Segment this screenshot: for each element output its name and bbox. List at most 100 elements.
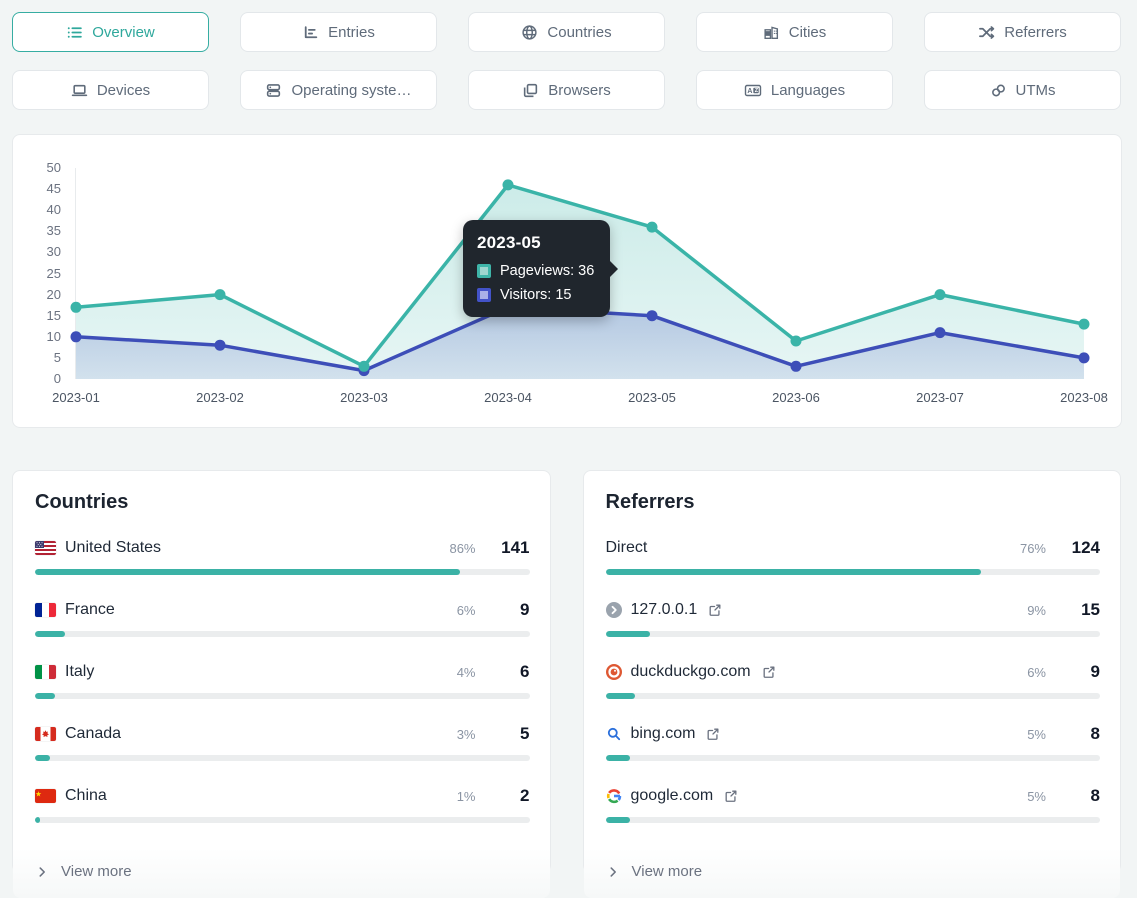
y-tick-label: 40 <box>23 202 61 218</box>
link-icon <box>990 82 1007 99</box>
stats-cards: Countries United States 86% 141 <box>12 470 1121 873</box>
tooltip-visitors-value: Visitors: 15 <box>500 287 571 303</box>
tab-countries-label: Countries <box>547 24 611 41</box>
x-tick-label: 2023-02 <box>175 390 265 405</box>
tab-entries[interactable]: Entries <box>240 12 437 52</box>
referrer-count: 9 <box>1066 662 1100 682</box>
x-tick-label: 2023-04 <box>463 390 553 405</box>
external-link-icon[interactable] <box>762 665 776 679</box>
tab-referrers-label: Referrers <box>1004 24 1067 41</box>
svg-text:A: A <box>747 88 752 95</box>
tab-languages-label: Languages <box>771 82 845 99</box>
referrer-name: 127.0.0.1 <box>631 601 698 619</box>
google-favicon-icon <box>606 788 622 804</box>
referrer-name: google.com <box>631 787 714 805</box>
tab-devices[interactable]: Devices <box>12 70 209 110</box>
list-icon <box>66 24 83 41</box>
progress-bar <box>606 693 1101 699</box>
country-count: 9 <box>496 600 530 620</box>
country-row: United States 86% 141 <box>35 538 530 575</box>
ca-flag-icon <box>35 727 56 741</box>
tab-entries-label: Entries <box>328 24 375 41</box>
countries-card-title: Countries <box>35 491 530 514</box>
fr-flag-icon <box>35 603 56 617</box>
tab-languages[interactable]: A Z Languages <box>696 70 893 110</box>
tab-operating-systems-label: Operating syste… <box>291 82 411 99</box>
y-tick-label: 30 <box>23 244 61 260</box>
duckduckgo-favicon-icon <box>606 664 622 680</box>
x-tick-label: 2023-08 <box>1039 390 1129 405</box>
country-percent: 86% <box>440 541 476 556</box>
referrer-row: google.com 5% 8 <box>606 786 1101 823</box>
bing-favicon-icon <box>606 726 622 742</box>
country-row: France 6% 9 <box>35 600 530 637</box>
tab-operating-systems[interactable]: Operating syste… <box>240 70 437 110</box>
tab-bar: Overview Entries Countrie <box>12 12 1121 110</box>
referrer-count: 8 <box>1066 786 1100 806</box>
referrer-count: 124 <box>1066 538 1100 558</box>
tooltip-pageviews-value: Pageviews: 36 <box>500 263 594 279</box>
bar-chart-icon <box>302 24 319 41</box>
countries-card: Countries United States 86% 141 <box>12 470 551 873</box>
chevron-right-icon <box>606 865 620 879</box>
country-count: 2 <box>496 786 530 806</box>
y-tick-label: 45 <box>23 181 61 197</box>
referrer-percent: 9% <box>1010 603 1046 618</box>
referrer-name: duckduckgo.com <box>631 663 751 681</box>
country-percent: 6% <box>440 603 476 618</box>
country-percent: 4% <box>440 665 476 680</box>
referrer-row: bing.com 5% 8 <box>606 724 1101 761</box>
tab-cities[interactable]: Cities <box>696 12 893 52</box>
y-tick-label: 5 <box>23 350 61 366</box>
tooltip-date: 2023-05 <box>477 233 594 253</box>
view-more-label: View more <box>61 863 132 880</box>
y-tick-label: 15 <box>23 308 61 324</box>
y-tick-label: 50 <box>23 160 61 176</box>
y-tick-label: 0 <box>23 371 61 387</box>
cn-flag-icon <box>35 789 56 803</box>
external-link-icon[interactable] <box>706 727 720 741</box>
tab-cities-label: Cities <box>789 24 827 41</box>
y-tick-label: 35 <box>23 223 61 239</box>
tab-browsers[interactable]: Browsers <box>468 70 665 110</box>
tab-utms-label: UTMs <box>1016 82 1056 99</box>
laptop-icon <box>71 82 88 99</box>
referrer-row: duckduckgo.com 6% 9 <box>606 662 1101 699</box>
progress-bar <box>35 817 530 823</box>
referrers-card: Referrers Direct 76% 124 <box>583 470 1122 873</box>
external-link-icon[interactable] <box>708 603 722 617</box>
progress-bar <box>35 755 530 761</box>
external-link-icon[interactable] <box>724 789 738 803</box>
country-row: China 1% 2 <box>35 786 530 823</box>
country-row: Canada 3% 5 <box>35 724 530 761</box>
progress-bar <box>606 631 1101 637</box>
progress-bar <box>606 817 1101 823</box>
svg-text:Z: Z <box>755 88 759 94</box>
countries-view-more-button[interactable]: View more <box>13 848 550 898</box>
globe-icon <box>521 24 538 41</box>
city-icon <box>763 24 780 41</box>
tab-countries[interactable]: Countries <box>468 12 665 52</box>
tab-overview-label: Overview <box>92 24 155 41</box>
referrers-view-more-button[interactable]: View more <box>584 848 1121 898</box>
country-count: 141 <box>496 538 530 558</box>
tab-utms[interactable]: UTMs <box>924 70 1121 110</box>
referrer-percent: 5% <box>1010 789 1046 804</box>
x-tick-label: 2023-01 <box>31 390 121 405</box>
it-flag-icon <box>35 665 56 679</box>
progress-bar <box>35 569 530 575</box>
y-tick-label: 25 <box>23 266 61 282</box>
tab-referrers[interactable]: Referrers <box>924 12 1121 52</box>
x-tick-label: 2023-07 <box>895 390 985 405</box>
referrer-count: 15 <box>1066 600 1100 620</box>
tooltip-pageviews-row: Pageviews: 36 <box>477 263 594 279</box>
country-count: 5 <box>496 724 530 744</box>
visitors-swatch-icon <box>477 288 491 302</box>
tab-overview[interactable]: Overview <box>12 12 209 52</box>
referrer-percent: 76% <box>1010 541 1046 556</box>
tooltip-visitors-row: Visitors: 15 <box>477 287 594 303</box>
chart-tooltip: 2023-05 Pageviews: 36 Visitors: 15 <box>463 220 610 317</box>
x-tick-label: 2023-05 <box>607 390 697 405</box>
progress-bar <box>606 569 1101 575</box>
referrers-card-title: Referrers <box>606 491 1101 514</box>
